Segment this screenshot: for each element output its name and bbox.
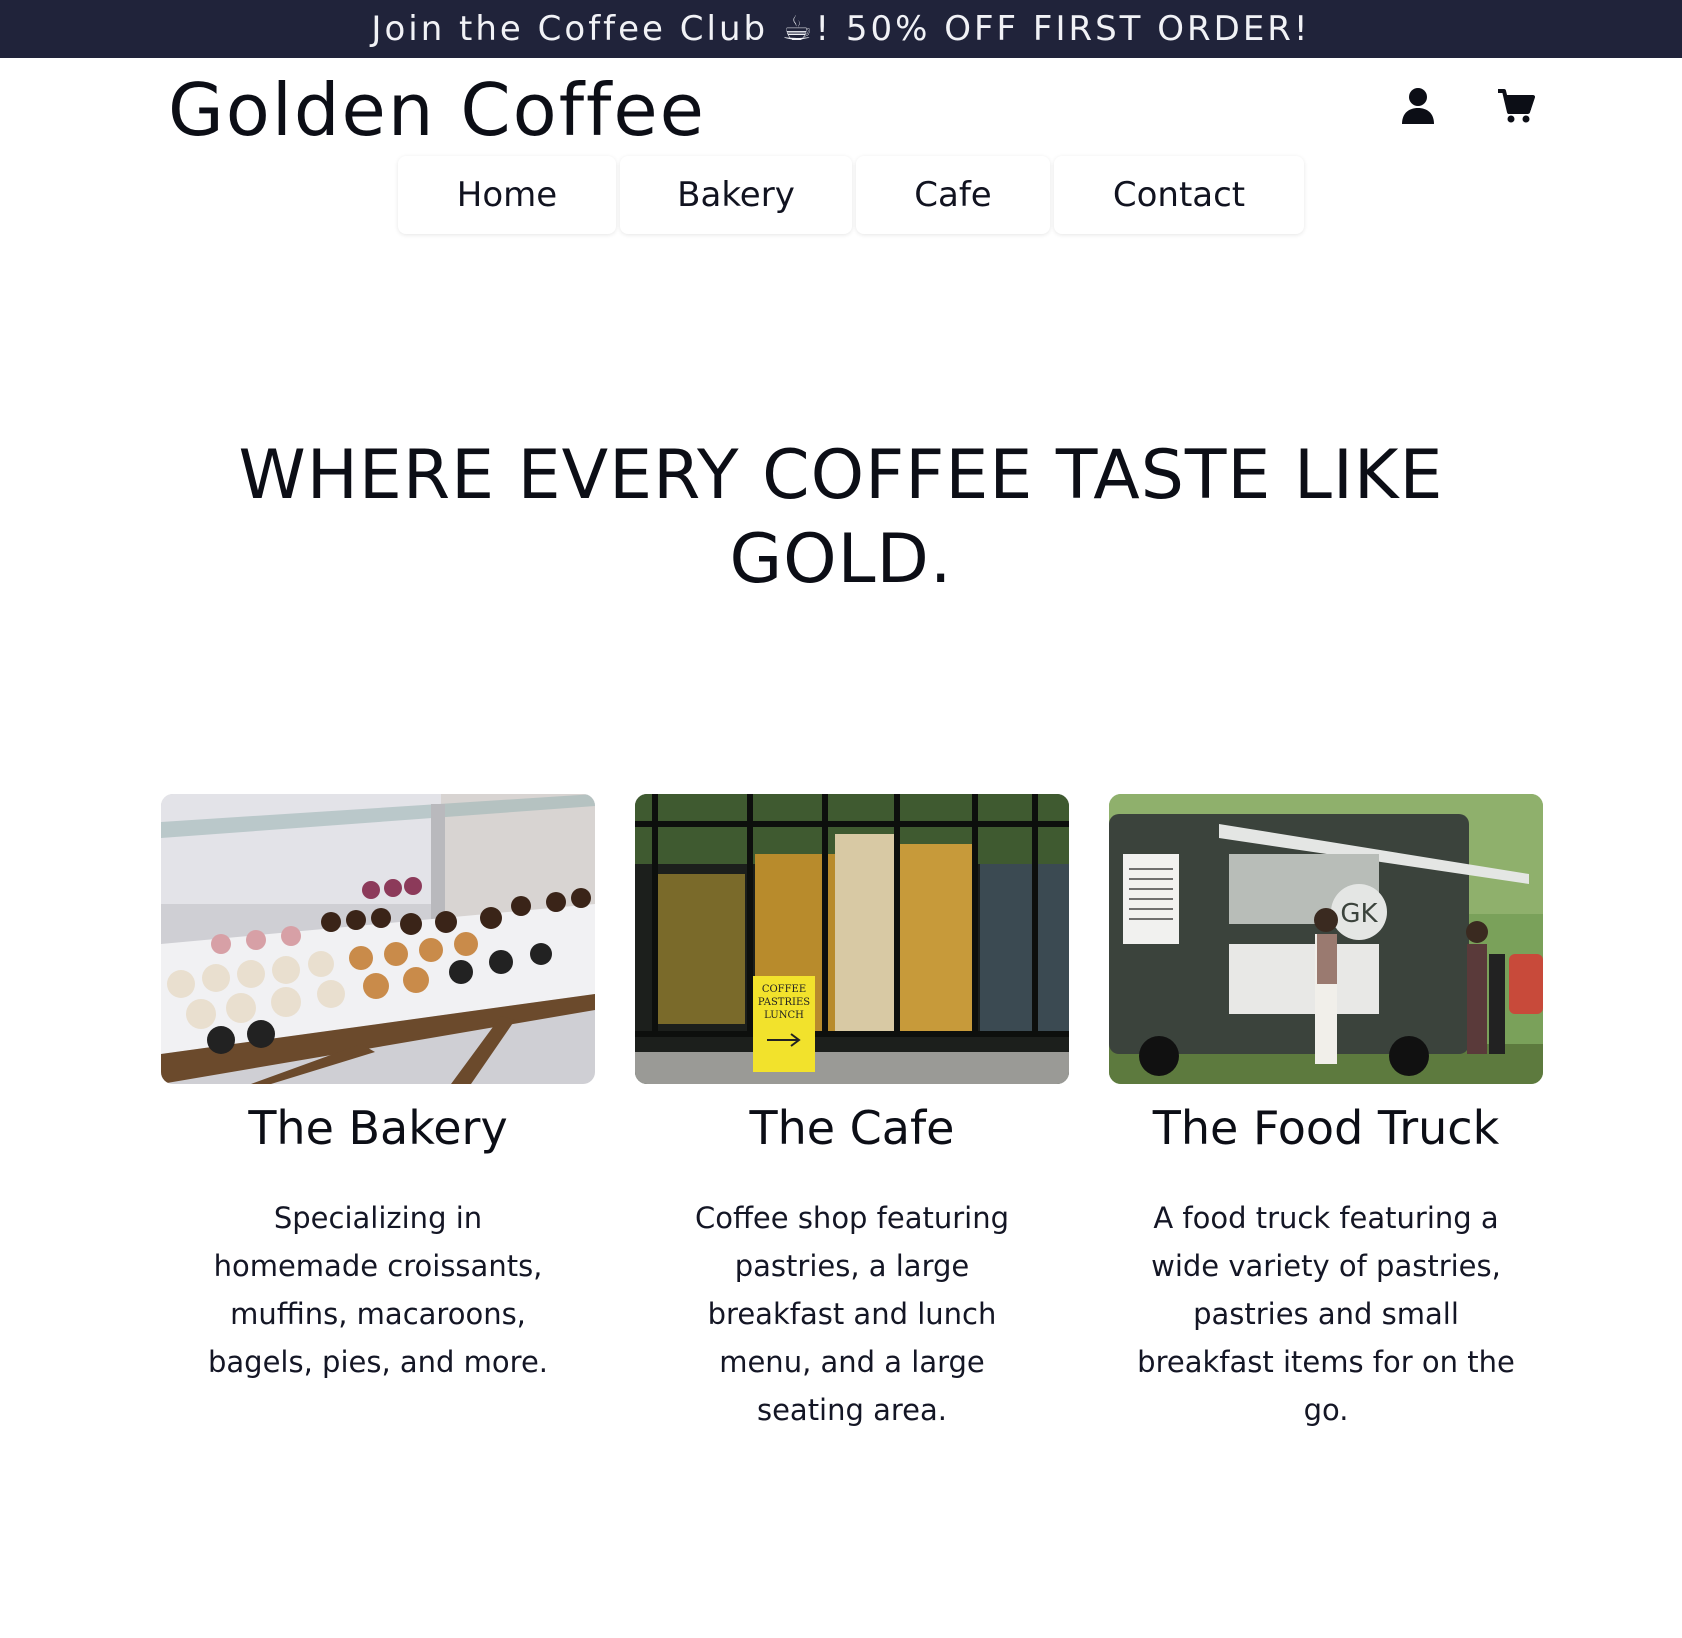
cart-icon[interactable]	[1496, 86, 1536, 126]
promo-text: Join the Coffee Club ☕! 50% OFF FIRST OR…	[371, 9, 1311, 49]
svg-text:PASTRIES: PASTRIES	[758, 997, 810, 1008]
site-logo[interactable]: Golden Coffee	[168, 68, 706, 152]
food-truck-image[interactable]: GK	[1109, 794, 1543, 1084]
user-icon[interactable]	[1398, 86, 1438, 126]
nav-item-home[interactable]: Home	[398, 156, 616, 234]
main-nav: Home Bakery Cafe Contact	[398, 156, 1304, 234]
hero-title: WHERE EVERY COFFEE TASTE LIKE GOLD.	[238, 436, 1444, 599]
nav-item-bakery[interactable]: Bakery	[620, 156, 852, 234]
card-food-truck: GK The Food Truck A food truck featuring…	[1109, 794, 1543, 1434]
card-description: Coffee shop featuring pastries, a large …	[694, 1201, 1010, 1427]
svg-text:LUNCH: LUNCH	[764, 1010, 804, 1021]
card-title[interactable]: The Bakery	[161, 1098, 595, 1158]
truck-logo: GK	[1340, 899, 1378, 929]
card-title[interactable]: The Cafe	[635, 1098, 1069, 1158]
card-cafe: COFFEE PASTRIES LUNCH The Cafe Coffee sh…	[635, 794, 1069, 1434]
card-bakery: The Bakery Specializing in homemade croi…	[161, 794, 595, 1386]
sign-text: COFFEE	[762, 984, 806, 995]
card-description: Specializing in homemade croissants, muf…	[208, 1201, 548, 1379]
promo-banner: Join the Coffee Club ☕! 50% OFF FIRST OR…	[0, 0, 1682, 58]
cafe-image[interactable]: COFFEE PASTRIES LUNCH	[635, 794, 1069, 1084]
card-title[interactable]: The Food Truck	[1109, 1098, 1543, 1158]
nav-item-contact[interactable]: Contact	[1054, 156, 1304, 234]
bakery-image[interactable]	[161, 794, 595, 1084]
card-description: A food truck featuring a wide variety of…	[1137, 1201, 1515, 1427]
nav-item-cafe[interactable]: Cafe	[856, 156, 1050, 234]
